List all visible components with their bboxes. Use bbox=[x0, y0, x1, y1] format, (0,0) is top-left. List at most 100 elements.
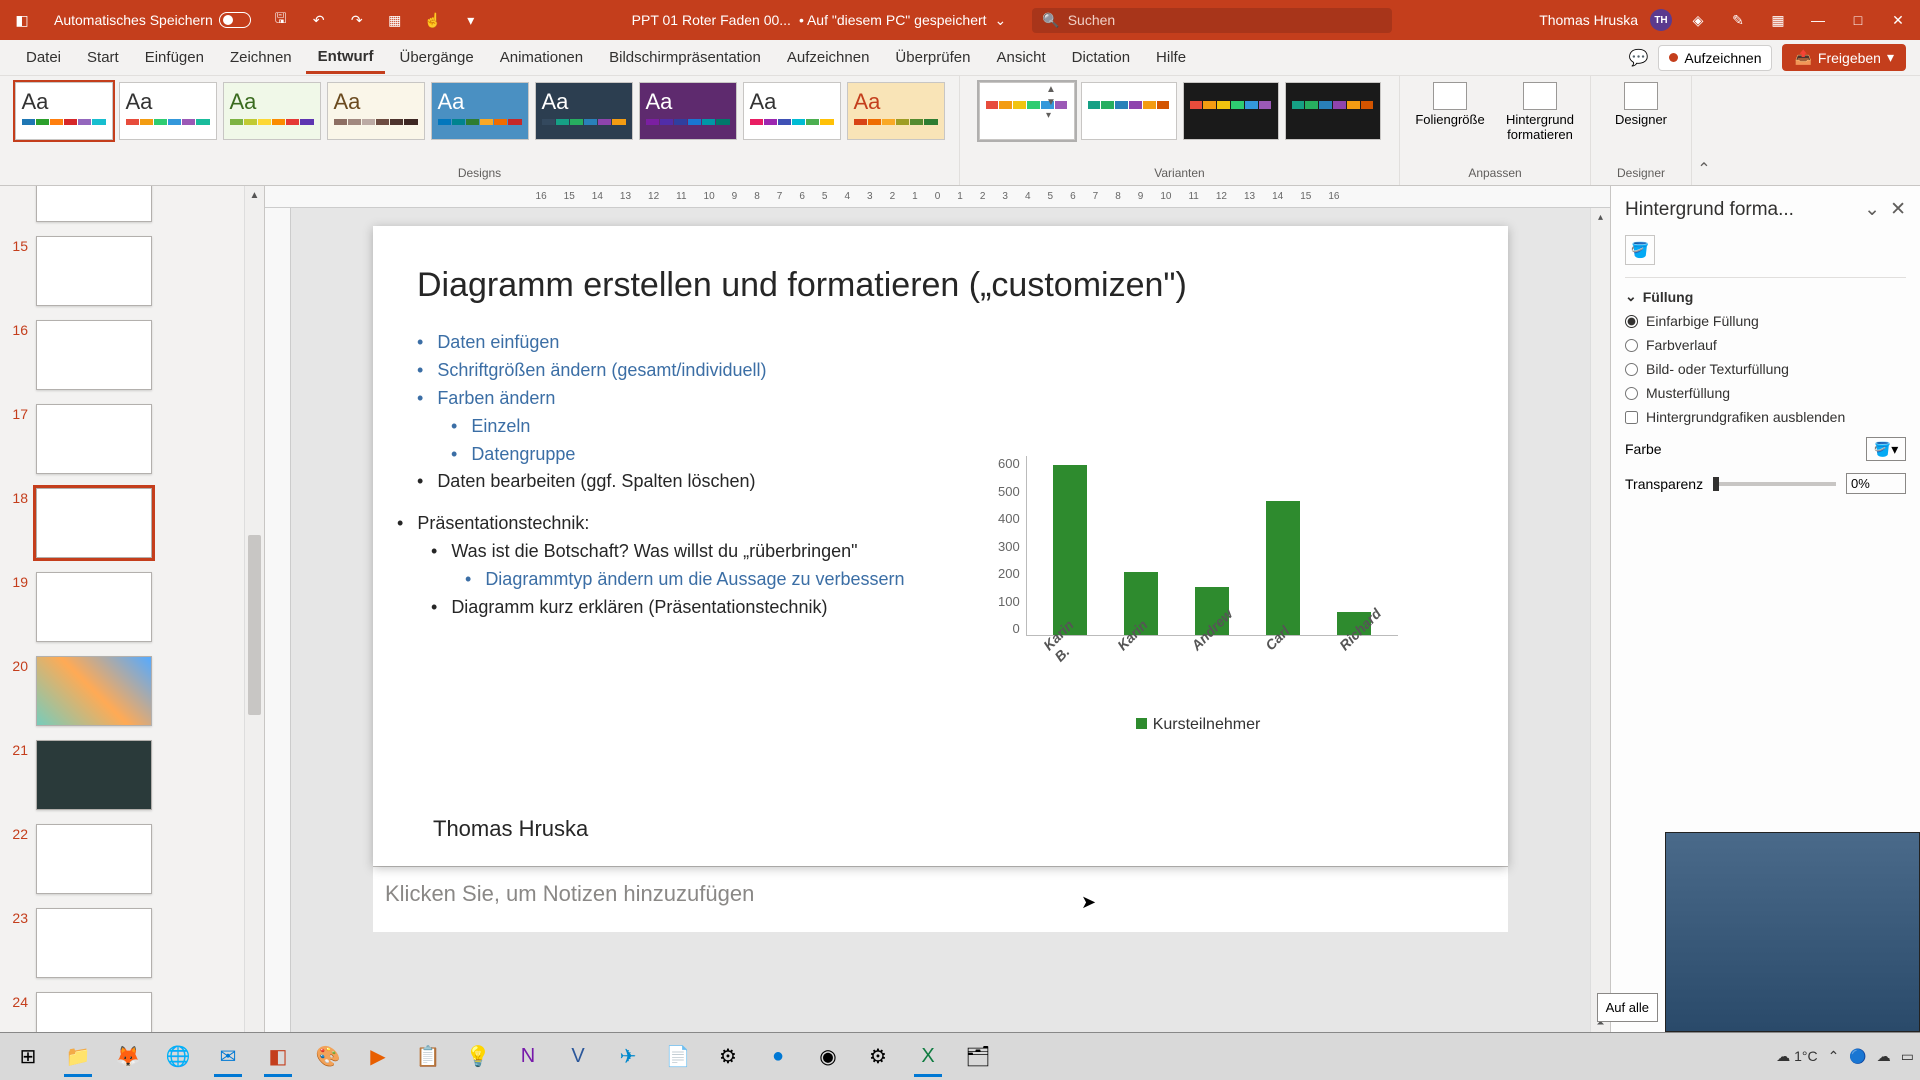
slide-chart[interactable]: 6005004003002001000 Karin B. bbox=[998, 456, 1398, 734]
gallery-up-icon[interactable]: ▲ bbox=[1046, 84, 1056, 95]
app-icon-7[interactable]: ◉ bbox=[806, 1037, 850, 1077]
weather-widget[interactable]: ☁ 1°C bbox=[1776, 1048, 1817, 1065]
radio-picture[interactable]: Bild- oder Texturfüllung bbox=[1625, 361, 1906, 377]
thumb-19[interactable]: 19 bbox=[4, 572, 240, 642]
visio-icon[interactable]: V bbox=[556, 1037, 600, 1077]
qat-more-icon[interactable]: ▾ bbox=[457, 6, 485, 34]
tab-ansicht[interactable]: Ansicht bbox=[984, 43, 1057, 72]
pane-close-icon[interactable]: ✕ bbox=[1890, 198, 1906, 221]
transparency-slider[interactable] bbox=[1713, 482, 1836, 486]
foliengroesse-button[interactable]: Foliengröße bbox=[1408, 82, 1492, 142]
thumb-23[interactable]: 23 bbox=[4, 908, 240, 978]
thumb-22[interactable]: 22 bbox=[4, 824, 240, 894]
pane-dropdown-icon[interactable]: ⌄ bbox=[1864, 198, 1880, 221]
thumb-20[interactable]: 20 bbox=[4, 656, 240, 726]
document-name[interactable]: PPT 01 Roter Faden 00... bbox=[632, 12, 791, 28]
theme-6[interactable]: Aa bbox=[535, 82, 633, 140]
variant-3[interactable] bbox=[1183, 82, 1279, 140]
powerpoint-icon[interactable]: ◧ bbox=[256, 1037, 300, 1077]
variant-4[interactable] bbox=[1285, 82, 1381, 140]
variant-1[interactable] bbox=[979, 82, 1075, 140]
transparency-value[interactable]: 0% bbox=[1846, 473, 1906, 494]
theme-1[interactable]: Aa bbox=[15, 82, 113, 140]
vlc-icon[interactable]: ▶ bbox=[356, 1037, 400, 1077]
app-icon-2[interactable]: 📋 bbox=[406, 1037, 450, 1077]
tab-start[interactable]: Start bbox=[75, 43, 131, 72]
check-hide-graphics[interactable]: Hintergrundgrafiken ausblenden bbox=[1625, 409, 1906, 425]
editor-scrollbar[interactable]: ▴ ▾ ⏶ ⏷ bbox=[1590, 208, 1610, 1050]
theme-2[interactable]: Aa bbox=[119, 82, 217, 140]
thumb-21[interactable]: 21 bbox=[4, 740, 240, 810]
thumb-14-partial[interactable] bbox=[4, 186, 240, 222]
close-icon[interactable]: ✕ bbox=[1884, 6, 1912, 34]
start-icon[interactable]: ⊞ bbox=[6, 1037, 50, 1077]
color-picker[interactable]: 🪣▾ bbox=[1866, 437, 1906, 461]
slide-title[interactable]: Diagramm erstellen und formatieren („cus… bbox=[417, 266, 1464, 305]
tab-hilfe[interactable]: Hilfe bbox=[1144, 43, 1198, 72]
scroll-handle[interactable] bbox=[248, 535, 261, 715]
radio-solid[interactable]: Einfarbige Füllung bbox=[1625, 313, 1906, 329]
minimize-icon[interactable]: ― bbox=[1804, 6, 1832, 34]
toggle-off-icon[interactable] bbox=[219, 12, 251, 28]
pen-icon[interactable]: ✎ bbox=[1724, 6, 1752, 34]
onenote-icon[interactable]: N bbox=[506, 1037, 550, 1077]
tray-chevron-icon[interactable]: ⌃ bbox=[1828, 1048, 1840, 1065]
comments-icon[interactable]: 💬 bbox=[1629, 48, 1649, 68]
notes-pane[interactable]: Klicken Sie, um Notizen hinzuzufügen bbox=[373, 866, 1508, 932]
tab-animationen[interactable]: Animationen bbox=[488, 43, 595, 72]
thumb-17[interactable]: 17 bbox=[4, 404, 240, 474]
theme-4[interactable]: Aa bbox=[327, 82, 425, 140]
gallery-more-icon[interactable]: ▾ bbox=[1046, 110, 1056, 121]
fill-bucket-icon[interactable]: 🪣 bbox=[1625, 235, 1655, 265]
autosave-toggle[interactable]: Automatisches Speichern bbox=[54, 12, 251, 28]
thumb-15[interactable]: 15 bbox=[4, 236, 240, 306]
thumb-16[interactable]: 16 bbox=[4, 320, 240, 390]
chevron-down-icon[interactable]: ⌄ bbox=[995, 12, 1007, 29]
maximize-icon[interactable]: □ bbox=[1844, 6, 1872, 34]
search-box[interactable]: 🔍 Suchen bbox=[1032, 8, 1392, 33]
calendar-icon[interactable]: ▦ bbox=[1764, 6, 1792, 34]
chrome-icon[interactable]: 🌐 bbox=[156, 1037, 200, 1077]
thumbs-scrollbar[interactable]: ▲ ▼ bbox=[244, 186, 264, 1050]
variant-2[interactable] bbox=[1081, 82, 1177, 140]
section-fill[interactable]: ⌄Füllung bbox=[1625, 288, 1906, 305]
save-icon[interactable]: 🖫 bbox=[267, 6, 295, 34]
tab-uebergaenge[interactable]: Übergänge bbox=[387, 43, 485, 72]
tray-icon-1[interactable]: 🔵 bbox=[1849, 1048, 1866, 1065]
record-button[interactable]: Aufzeichnen bbox=[1658, 45, 1772, 71]
outlook-icon[interactable]: ✉ bbox=[206, 1037, 250, 1077]
scroll-up-icon[interactable]: ▲ bbox=[245, 186, 264, 204]
diamond-icon[interactable]: ◈ bbox=[1684, 6, 1712, 34]
undo-icon[interactable]: ↶ bbox=[305, 6, 333, 34]
tab-ueberpruefen[interactable]: Überprüfen bbox=[883, 43, 982, 72]
scroll-up-icon[interactable]: ▴ bbox=[1591, 208, 1610, 226]
thumb-18[interactable]: 18 bbox=[4, 488, 240, 558]
tab-datei[interactable]: Datei bbox=[14, 43, 73, 72]
app-icon-4[interactable]: 📄 bbox=[656, 1037, 700, 1077]
firefox-icon[interactable]: 🦊 bbox=[106, 1037, 150, 1077]
app-icon-8[interactable]: 🗂 bbox=[956, 1037, 1000, 1077]
radio-pattern[interactable]: Musterfüllung bbox=[1625, 385, 1906, 401]
tab-einfuegen[interactable]: Einfügen bbox=[133, 43, 216, 72]
app-icon-5[interactable]: ⚙ bbox=[706, 1037, 750, 1077]
tray-icon-3[interactable]: ▭ bbox=[1901, 1048, 1914, 1065]
save-location[interactable]: • Auf "diesem PC" gespeichert bbox=[799, 12, 987, 28]
theme-3[interactable]: Aa bbox=[223, 82, 321, 140]
designer-button[interactable]: Designer bbox=[1599, 82, 1683, 127]
theme-7[interactable]: Aa bbox=[639, 82, 737, 140]
share-button[interactable]: 📤Freigeben▾ bbox=[1782, 44, 1906, 71]
tray-icon-2[interactable]: ☁ bbox=[1877, 1048, 1891, 1065]
app-icon-3[interactable]: 💡 bbox=[456, 1037, 500, 1077]
explorer-icon[interactable]: 📁 bbox=[56, 1037, 100, 1077]
slide-canvas[interactable]: Diagramm erstellen und formatieren („cus… bbox=[373, 226, 1508, 866]
slide-author[interactable]: Thomas Hruska bbox=[433, 816, 588, 842]
telegram-icon[interactable]: ✈ bbox=[606, 1037, 650, 1077]
tab-bildschirm[interactable]: Bildschirmpräsentation bbox=[597, 43, 773, 72]
user-name[interactable]: Thomas Hruska bbox=[1539, 12, 1638, 28]
theme-5[interactable]: Aa bbox=[431, 82, 529, 140]
tab-dictation[interactable]: Dictation bbox=[1060, 43, 1142, 72]
theme-8[interactable]: Aa bbox=[743, 82, 841, 140]
gallery-down-icon[interactable]: ▼ bbox=[1046, 97, 1056, 108]
user-avatar[interactable]: TH bbox=[1650, 9, 1672, 31]
apply-all-button[interactable]: Auf alle bbox=[1597, 993, 1658, 1022]
